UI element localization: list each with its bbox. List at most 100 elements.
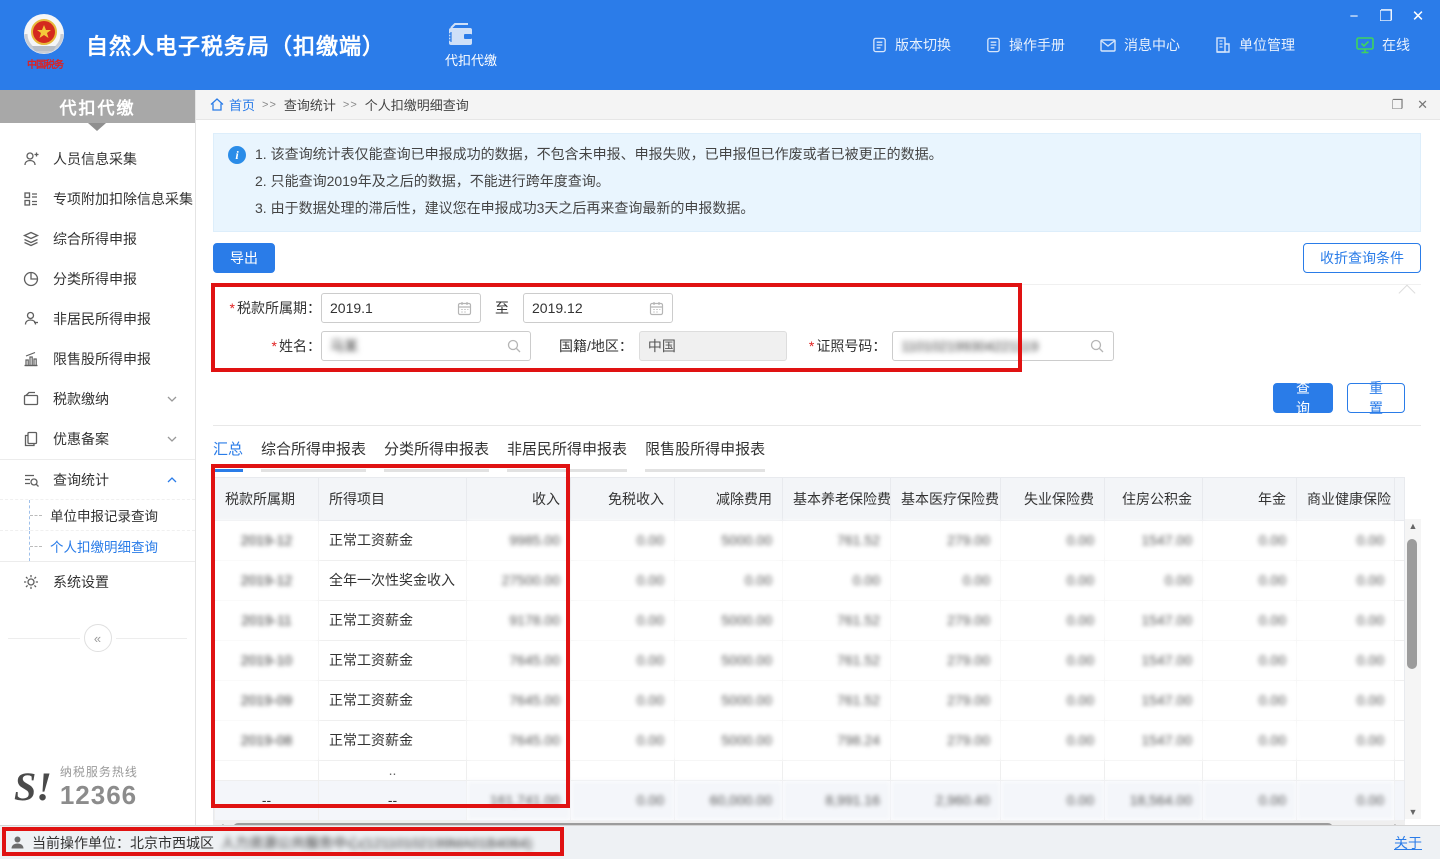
wallet-icon (445, 22, 475, 48)
search-list-icon (22, 471, 40, 489)
chevron-up-icon (167, 477, 177, 483)
table-row[interactable]: 2019-08正常工资薪金 7645.000.00 5000.00798.24 … (215, 720, 1406, 760)
nav-tab-withholding[interactable]: 代扣代缴 (445, 22, 497, 69)
period-to-value: 2019.12 (532, 300, 643, 316)
breadcrumb-item-query-statistics[interactable]: 查询统计 (284, 95, 336, 114)
table-header-row: 税款所属期 所得项目 收入 免税收入 减除费用 基本养老保险费 基本医疗保险费 … (215, 478, 1406, 520)
menu-online-status[interactable]: 在线 (1355, 35, 1410, 55)
sidebar-item-special-deduction[interactable]: 专项附加扣除信息采集 (0, 179, 195, 219)
table-row[interactable]: 2019-12正常工资薪金 9985.000.00 5000.00761.52 … (215, 520, 1406, 560)
panel-close-icon[interactable]: ✕ (1417, 97, 1428, 113)
sidebar-item-personnel-info[interactable]: 人员信息采集 (0, 139, 195, 179)
breadcrumb-home[interactable]: 首页 (210, 95, 255, 114)
bar-chart-icon (22, 350, 40, 368)
summary-row: ---- 161,741.000.00 60,000.008,991.16 2,… (215, 780, 1406, 820)
minimize-icon[interactable]: − (1346, 8, 1362, 24)
page-content: i 1. 该查询统计表仅能查询已申报成功的数据，不包含未申报、申报失败，已申报但… (196, 120, 1440, 835)
menu-manual[interactable]: 操作手册 (985, 35, 1065, 55)
sidebar-item-classified-income[interactable]: 分类所得申报 (0, 259, 195, 299)
col-pension: 基本养老保险费 (783, 478, 891, 520)
search-icon[interactable] (1089, 338, 1105, 354)
col-income-item: 所得项目 (319, 478, 467, 520)
sidebar-item-label: 优惠备案 (53, 429, 109, 449)
nationality-field: 中国 (639, 331, 787, 361)
about-link[interactable]: 关于 (1394, 833, 1422, 853)
vertical-scrollbar[interactable]: ▲ ▼ (1405, 477, 1421, 819)
tab-classified-income[interactable]: 分类所得申报表 (384, 438, 489, 472)
document-icon (871, 36, 888, 54)
name-label: *姓名： (213, 336, 321, 356)
header-menu: 版本切换 操作手册 消息中心 (871, 35, 1440, 55)
scroll-up-icon[interactable]: ▲ (1405, 519, 1421, 533)
notice-line-2: 2. 只能查询2019年及之后的数据，不能进行跨年度查询。 (255, 168, 943, 195)
nationality-label: 国籍/地区： (559, 336, 633, 356)
query-form: *税款所属期： 2019.1 至 2019.12 (213, 293, 1421, 361)
result-tabs: 汇总 综合所得申报表 分类所得申报表 非居民所得申报表 限售股所得申报表 (213, 438, 1421, 472)
hotline-label: 纳税服务热线 (60, 763, 138, 780)
tab-summary[interactable]: 汇总 (213, 438, 243, 472)
breadcrumb-home-label: 首页 (229, 95, 255, 114)
tab-restricted-shares[interactable]: 限售股所得申报表 (645, 438, 765, 472)
reset-button[interactable]: 重置 (1347, 383, 1405, 413)
summary-table: 税款所属期 所得项目 收入 免税收入 减除费用 基本养老保险费 基本医疗保险费 … (214, 478, 1405, 821)
sidebar-item-restricted-shares[interactable]: 限售股所得申报 (0, 339, 195, 379)
divider (213, 425, 1421, 426)
breadcrumb-separator: >> (343, 99, 358, 111)
menu-unit-management[interactable]: 单位管理 (1214, 35, 1295, 55)
sidebar-item-tax-payment[interactable]: 税款缴纳 (0, 379, 195, 419)
menu-message-center[interactable]: 消息中心 (1099, 35, 1180, 55)
menu-version-switch[interactable]: 版本切换 (871, 35, 951, 55)
current-unit-label: 当前操作单位：北京市西城区 (32, 833, 214, 853)
calendar-icon[interactable] (649, 301, 664, 316)
table-row[interactable]: 2019-10正常工资薪金 7645.000.00 5000.00761.52 … (215, 640, 1406, 680)
collapse-query-conditions-button[interactable]: 收折查询条件 (1303, 243, 1421, 273)
id-number-value-redacted: 110102199304221119 (901, 338, 1083, 354)
sidebar-item-nonresident-income[interactable]: 非居民所得申报 (0, 299, 195, 339)
calendar-icon[interactable] (457, 301, 472, 316)
tab-comprehensive-income[interactable]: 综合所得申报表 (261, 438, 366, 472)
vertical-scroll-thumb[interactable] (1407, 539, 1417, 669)
sidebar-item-query-statistics[interactable]: 查询统计 (0, 459, 195, 499)
id-number-input[interactable]: 110102199304221119 (892, 331, 1114, 361)
table-row[interactable]: 2019-11正常工资薪金 9178.000.00 5000.00761.52 … (215, 600, 1406, 640)
period-from-input[interactable]: 2019.1 (321, 293, 481, 323)
search-icon[interactable] (506, 338, 522, 354)
table-row[interactable]: 2019-12全年一次性奖金收入 27500.000.00 0.000.00 0… (215, 560, 1406, 600)
scroll-down-icon[interactable]: ▼ (1405, 805, 1421, 819)
sidebar-header-arrow (88, 123, 106, 131)
restore-icon[interactable]: ❐ (1378, 8, 1394, 24)
table-row[interactable]: 2019-09正常工资薪金 7645.000.00 5000.00761.52 … (215, 680, 1406, 720)
gear-icon (22, 573, 40, 591)
tab-nonresident-income[interactable]: 非居民所得申报表 (507, 438, 627, 472)
vertical-scroll-track[interactable] (1405, 533, 1421, 805)
breadcrumb-item-current-page: 个人扣缴明细查询 (365, 95, 469, 114)
document-icon (985, 36, 1002, 54)
sidebar-item-preferential-filing[interactable]: 优惠备案 (0, 419, 195, 459)
sidebar-subitem-individual-withholding-query[interactable]: 个人扣缴明细查询 (0, 530, 195, 561)
sidebar-item-comprehensive-income[interactable]: 综合所得申报 (0, 219, 195, 259)
breadcrumb-separator: >> (262, 99, 277, 111)
home-icon (210, 98, 224, 111)
sidebar-item-system-settings[interactable]: 系统设置 (0, 562, 195, 602)
sidebar-item-label: 系统设置 (53, 572, 109, 592)
panel-maximize-icon[interactable]: ❐ (1391, 97, 1403, 113)
chevron-down-icon (167, 396, 177, 402)
person-add-icon (22, 150, 40, 168)
name-value-redacted: 马某 (330, 336, 500, 356)
col-health-insurance: 商业健康保险 (1297, 478, 1395, 520)
period-label: *税款所属期： (213, 298, 321, 318)
menu-label: 版本切换 (895, 35, 951, 55)
sidebar-subitem-label: 个人扣缴明细查询 (50, 536, 158, 556)
sidebar-item-label: 分类所得申报 (53, 269, 137, 289)
close-icon[interactable]: ✕ (1410, 8, 1426, 24)
collapse-sidebar-button[interactable]: « (84, 624, 112, 652)
sidebar-subitem-unit-declaration-query[interactable]: 单位申报记录查询 (0, 499, 195, 530)
menu-label: 单位管理 (1239, 35, 1295, 55)
nationality-value: 中国 (648, 336, 778, 356)
query-button[interactable]: 查询 (1273, 383, 1333, 413)
user-icon (10, 835, 25, 850)
name-input[interactable]: 马某 (321, 331, 531, 361)
col-tax-partial: 税 (1395, 478, 1406, 520)
period-to-input[interactable]: 2019.12 (523, 293, 673, 323)
export-button[interactable]: 导出 (213, 243, 275, 273)
